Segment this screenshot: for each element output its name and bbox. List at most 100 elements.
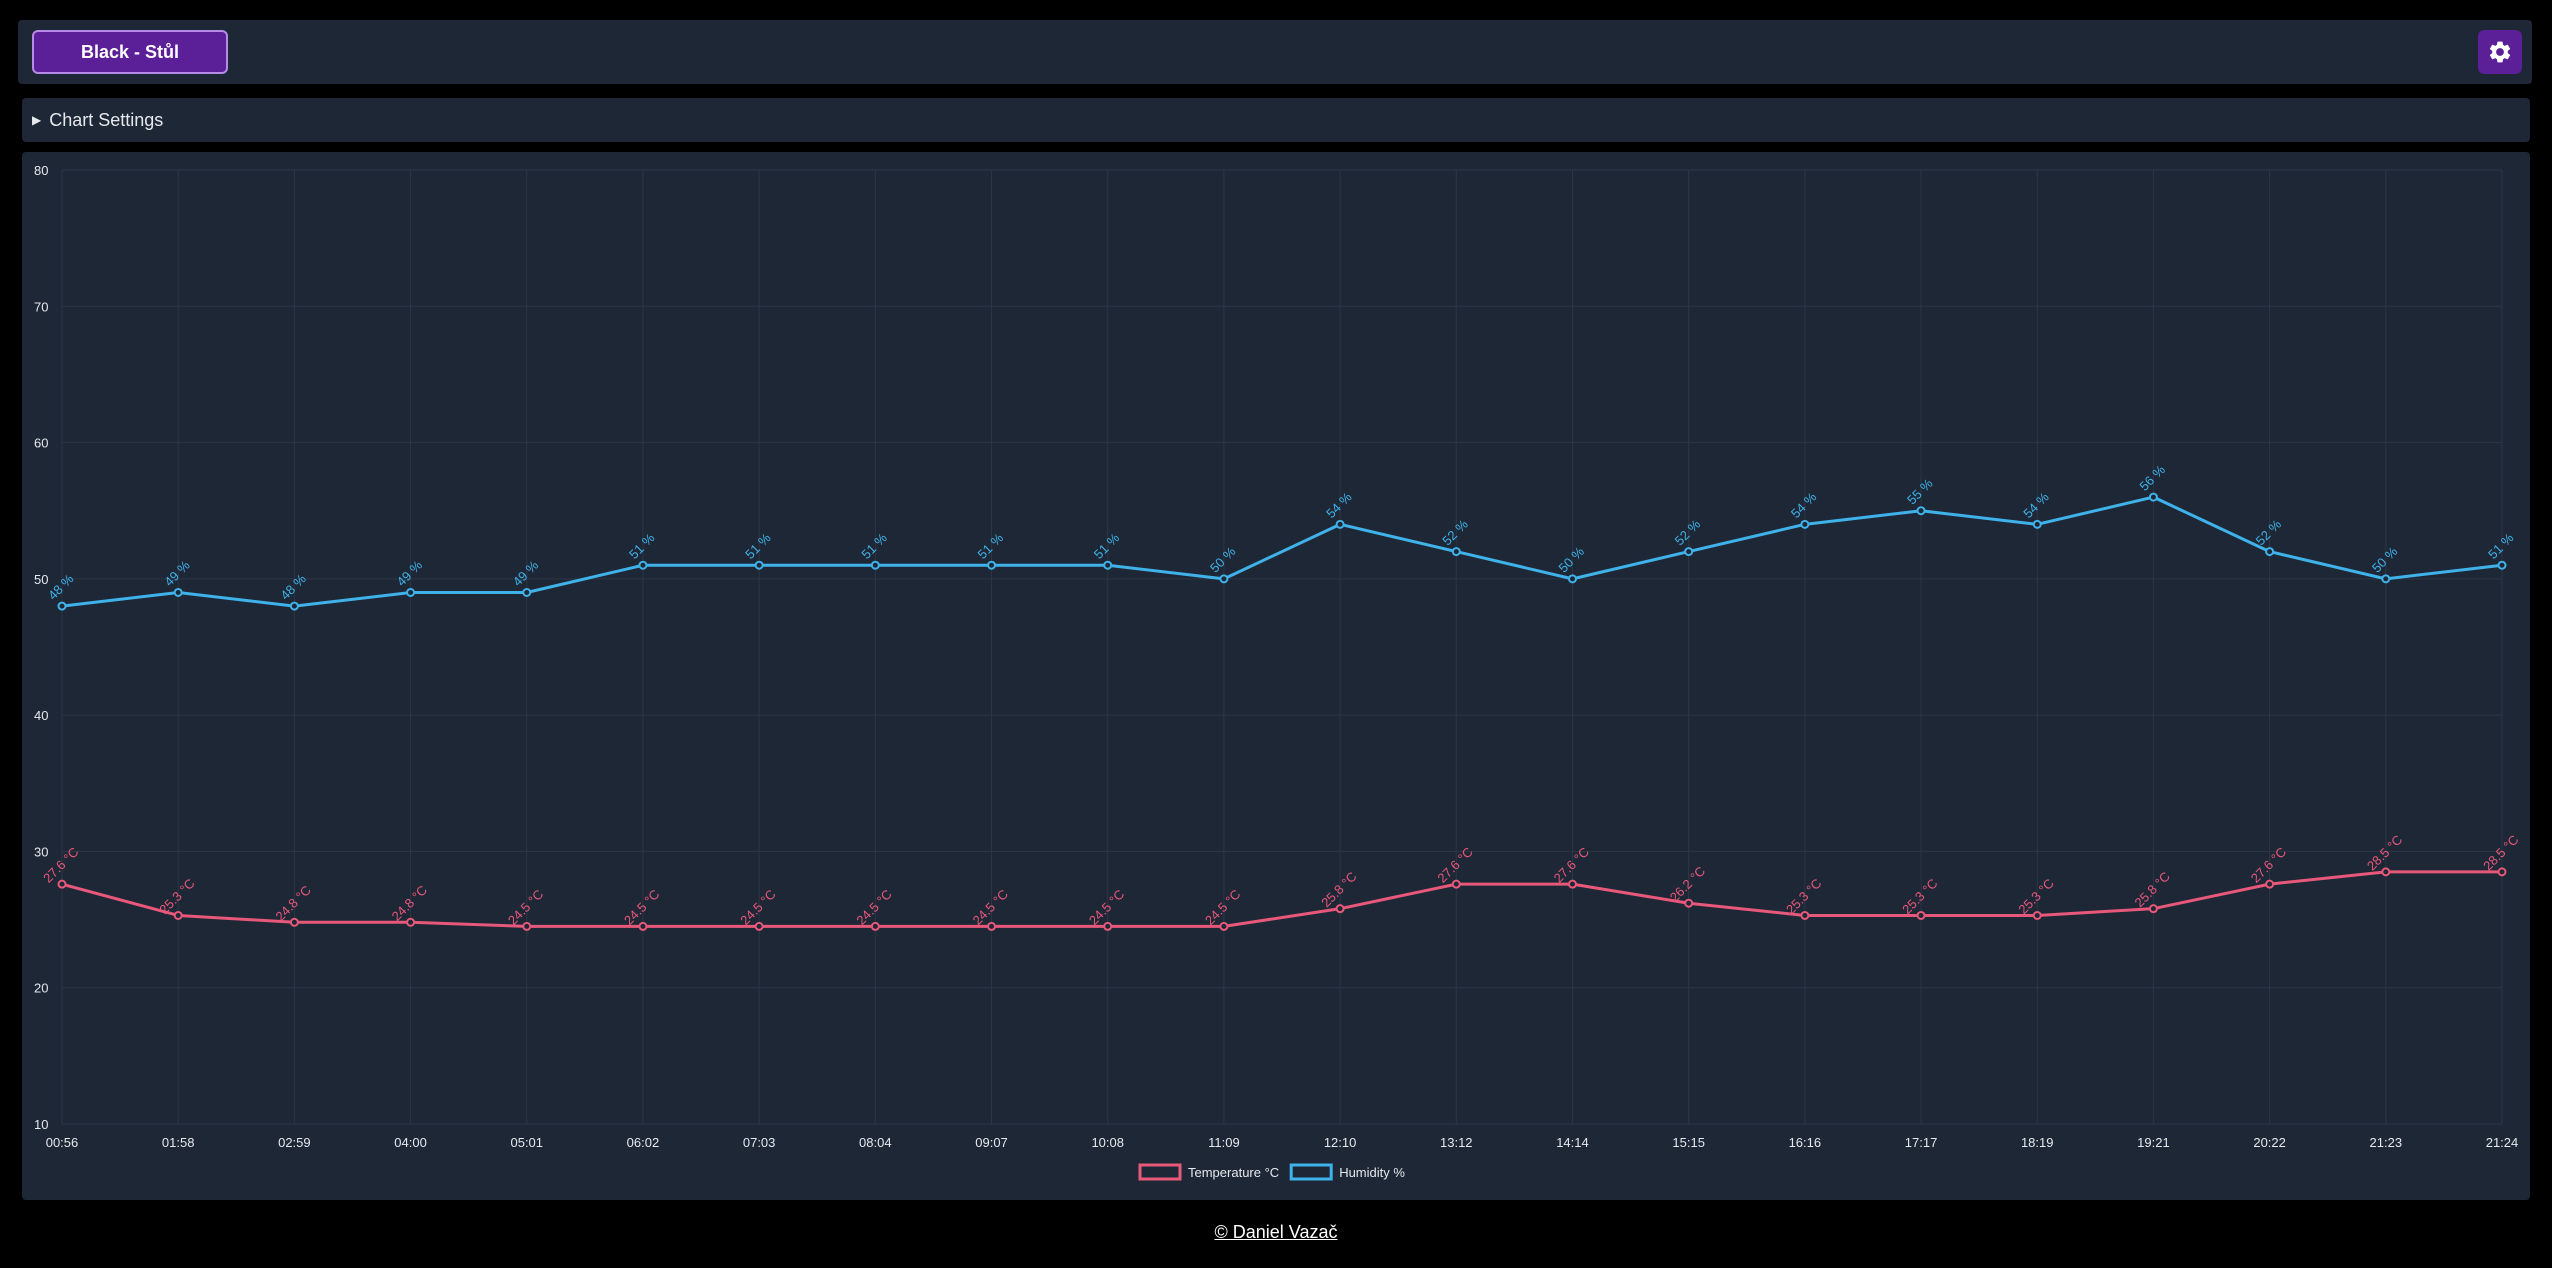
x-tick-label: 13:12 — [1440, 1135, 1473, 1150]
data-label: 54 % — [2020, 489, 2052, 521]
x-tick-label: 11:09 — [1208, 1135, 1240, 1150]
data-label: 25.3 °C — [156, 876, 197, 917]
data-point — [1335, 519, 1345, 529]
data-point — [522, 921, 532, 931]
x-tick-label: 09:07 — [975, 1135, 1008, 1150]
data-label: 56 % — [2136, 462, 2168, 494]
data-label: 52 % — [1439, 516, 1471, 548]
data-label: 25.8 °C — [2132, 869, 2173, 910]
data-point — [754, 560, 764, 570]
legend-swatch — [1289, 1163, 1333, 1181]
x-tick-label: 04:00 — [394, 1135, 427, 1150]
data-label: 48 % — [45, 571, 77, 603]
data-label: 27.6 °C — [1434, 844, 1475, 885]
data-label: 27.6 °C — [2248, 844, 2289, 885]
data-point — [1567, 574, 1577, 584]
x-tick-label: 21:23 — [2370, 1135, 2403, 1150]
settings-button[interactable] — [2478, 30, 2522, 74]
data-point — [173, 910, 183, 920]
data-label: 54 % — [1323, 489, 1355, 521]
data-label: 51 % — [2485, 530, 2517, 562]
data-point — [289, 601, 299, 611]
author-link[interactable]: © Daniel Vazač — [1215, 1222, 1338, 1242]
data-label: 49 % — [161, 557, 193, 589]
data-point — [987, 560, 997, 570]
data-label: 26.2 °C — [1667, 863, 1708, 904]
x-tick-label: 00:56 — [46, 1135, 79, 1150]
legend-label: Humidity % — [1339, 1165, 1405, 1180]
data-point — [406, 587, 416, 597]
data-label: 24.5 °C — [1086, 887, 1127, 928]
data-label: 51 % — [626, 530, 658, 562]
data-point — [638, 921, 648, 931]
x-tick-label: 16:16 — [1789, 1135, 1822, 1150]
data-label: 25.3 °C — [1783, 876, 1824, 917]
data-point — [2032, 519, 2042, 529]
data-label: 51 % — [742, 530, 774, 562]
data-point — [1916, 910, 1926, 920]
x-tick-label: 12:10 — [1324, 1135, 1357, 1150]
data-point — [406, 917, 416, 927]
data-point — [2381, 574, 2391, 584]
data-label: 50 % — [1207, 544, 1239, 576]
data-label: 24.8 °C — [273, 882, 314, 923]
data-label: 52 % — [1672, 516, 1704, 548]
y-tick-label: 40 — [34, 708, 48, 723]
x-tick-label: 01:58 — [162, 1135, 195, 1150]
data-point — [1103, 560, 1113, 570]
data-label: 24.5 °C — [737, 887, 778, 928]
data-point — [1451, 547, 1461, 557]
y-tick-label: 50 — [34, 572, 48, 587]
data-point — [2497, 560, 2507, 570]
x-tick-label: 18:19 — [2021, 1135, 2054, 1150]
y-tick-label: 70 — [34, 299, 48, 314]
data-point — [1103, 921, 1113, 931]
data-point — [870, 560, 880, 570]
data-point — [2265, 879, 2275, 889]
data-label: 28.5 °C — [2364, 832, 2405, 873]
x-tick-label: 21:24 — [2486, 1135, 2519, 1150]
data-point — [870, 921, 880, 931]
data-point — [987, 921, 997, 931]
data-label: 25.8 °C — [1318, 869, 1359, 910]
data-point — [1219, 574, 1229, 584]
data-label: 50 % — [2369, 544, 2401, 576]
x-tick-label: 02:59 — [278, 1135, 311, 1150]
data-label: 24.5 °C — [853, 887, 894, 928]
data-point — [1567, 879, 1577, 889]
legend-label: Temperature °C — [1188, 1165, 1279, 1180]
data-label: 24.5 °C — [621, 887, 662, 928]
data-point — [2265, 547, 2275, 557]
data-point — [2032, 910, 2042, 920]
expand-triangle-icon: ▶ — [32, 113, 42, 127]
data-point — [289, 917, 299, 927]
top-bar: Black - Stůl — [18, 20, 2532, 84]
data-point — [2381, 867, 2391, 877]
data-label: 25.3 °C — [2015, 876, 2056, 917]
device-select-button[interactable]: Black - Stůl — [32, 30, 228, 74]
data-label: 48 % — [277, 571, 309, 603]
x-tick-label: 08:04 — [859, 1135, 892, 1150]
data-point — [1916, 506, 1926, 516]
chart-settings-toggle[interactable]: ▶ Chart Settings — [22, 98, 2530, 142]
data-label: 24.5 °C — [505, 887, 546, 928]
footer: © Daniel Vazač — [0, 1222, 2552, 1243]
y-tick-label: 80 — [34, 163, 48, 178]
y-tick-label: 60 — [34, 436, 48, 451]
gear-icon — [2489, 41, 2511, 63]
data-point — [1219, 921, 1229, 931]
x-tick-label: 19:21 — [2137, 1135, 2170, 1150]
data-point — [1451, 879, 1461, 889]
data-point — [1684, 547, 1694, 557]
data-label: 49 % — [510, 557, 542, 589]
x-tick-label: 20:22 — [2253, 1135, 2286, 1150]
x-tick-label: 07:03 — [743, 1135, 776, 1150]
data-label: 24.8 °C — [389, 882, 430, 923]
x-tick-label: 14:14 — [1556, 1135, 1589, 1150]
data-point — [57, 601, 67, 611]
line-chart: 10 20 30 40 50 60 70 80 00:56 01:58 02:59 04:00 05:0… — [34, 163, 2522, 1181]
data-point — [173, 587, 183, 597]
data-point — [1335, 904, 1345, 914]
data-label: 27.6 °C — [1551, 844, 1592, 885]
chart-settings-label: Chart Settings — [49, 109, 164, 130]
